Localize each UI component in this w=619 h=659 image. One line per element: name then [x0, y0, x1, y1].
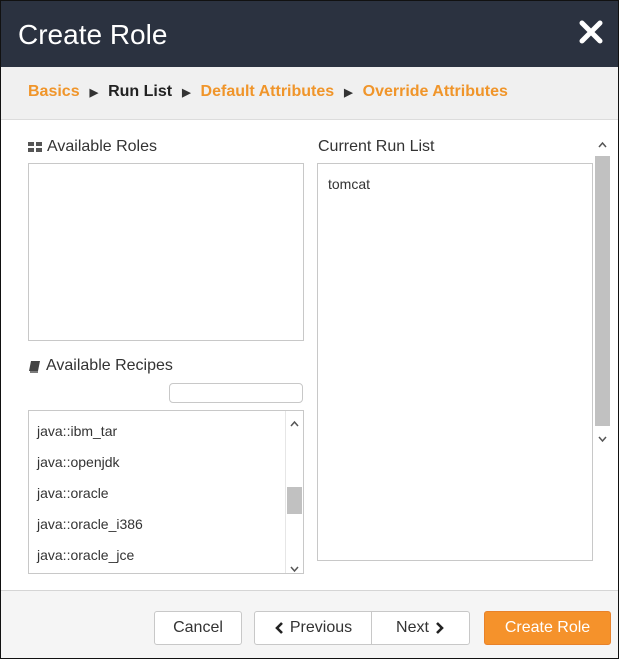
next-button[interactable]: Next — [371, 611, 470, 645]
scroll-down-icon[interactable] — [290, 566, 299, 573]
next-button-label: Next — [396, 619, 429, 636]
dialog-header: Create Role — [1, 1, 618, 67]
list-item[interactable]: tomcat — [328, 176, 370, 192]
list-item[interactable]: java::ibm_tar — [37, 423, 117, 439]
current-run-list[interactable]: tomcat — [317, 163, 593, 561]
book-icon — [29, 360, 40, 373]
breadcrumb-basics[interactable]: Basics — [28, 83, 80, 101]
cancel-button[interactable]: Cancel — [154, 611, 242, 645]
dialog-scrollbar[interactable] — [594, 131, 611, 456]
close-icon[interactable] — [578, 19, 604, 45]
available-recipes-label: Available Recipes — [46, 357, 173, 374]
cancel-button-label: Cancel — [173, 619, 223, 636]
current-run-list-heading: Current Run List — [318, 138, 435, 156]
available-recipes-list[interactable]: java::ibm_tar java::openjdk java::oracle… — [28, 410, 304, 574]
create-role-dialog: Create Role Basics ▶ Run List ▶ Default … — [0, 0, 619, 659]
breadcrumb: Basics ▶ Run List ▶ Default Attributes ▶… — [1, 67, 618, 120]
scroll-up-icon[interactable] — [598, 141, 607, 148]
available-roles-label: Available Roles — [47, 138, 157, 155]
available-recipes-heading: Available Recipes — [28, 357, 173, 375]
triangle-right-icon: ▶ — [89, 86, 99, 99]
previous-button-label: Previous — [289, 619, 353, 636]
dialog-title: Create Role — [18, 19, 168, 50]
available-roles-list[interactable] — [28, 163, 304, 341]
scroll-up-icon[interactable] — [290, 420, 299, 427]
recipes-scrollbar[interactable] — [285, 411, 303, 573]
breadcrumb-default-attributes[interactable]: Default Attributes — [201, 83, 335, 101]
triangle-right-icon: ▶ — [344, 86, 353, 99]
breadcrumb-run-list: Run List — [108, 83, 173, 100]
dialog-footer: Cancel Previous Next Create Role — [1, 590, 618, 658]
scrollbar-thumb[interactable] — [287, 487, 302, 514]
triangle-right-icon: ▶ — [182, 86, 191, 99]
recipe-filter-input[interactable] — [169, 383, 303, 403]
run-list-editor: Available Roles Current Run List tomcat … — [1, 120, 618, 589]
grid-icon — [28, 142, 42, 152]
list-item[interactable]: java::oracle — [37, 485, 109, 501]
scrollbar-thumb[interactable] — [595, 156, 610, 426]
create-role-button[interactable]: Create Role — [484, 611, 611, 645]
list-item[interactable]: java::openjdk — [37, 454, 120, 470]
breadcrumb-override-attributes[interactable]: Override Attributes — [363, 83, 508, 101]
scroll-down-icon[interactable] — [598, 436, 607, 443]
chevron-left-icon — [275, 622, 283, 634]
available-roles-heading: Available Roles — [28, 138, 157, 156]
create-role-button-label: Create Role — [504, 619, 591, 636]
current-run-list-label: Current Run List — [318, 138, 435, 155]
chevron-right-icon — [436, 622, 444, 634]
previous-button[interactable]: Previous — [254, 611, 372, 645]
list-item[interactable]: java::oracle_jce — [37, 547, 134, 563]
list-item[interactable]: java::oracle_i386 — [37, 516, 143, 532]
